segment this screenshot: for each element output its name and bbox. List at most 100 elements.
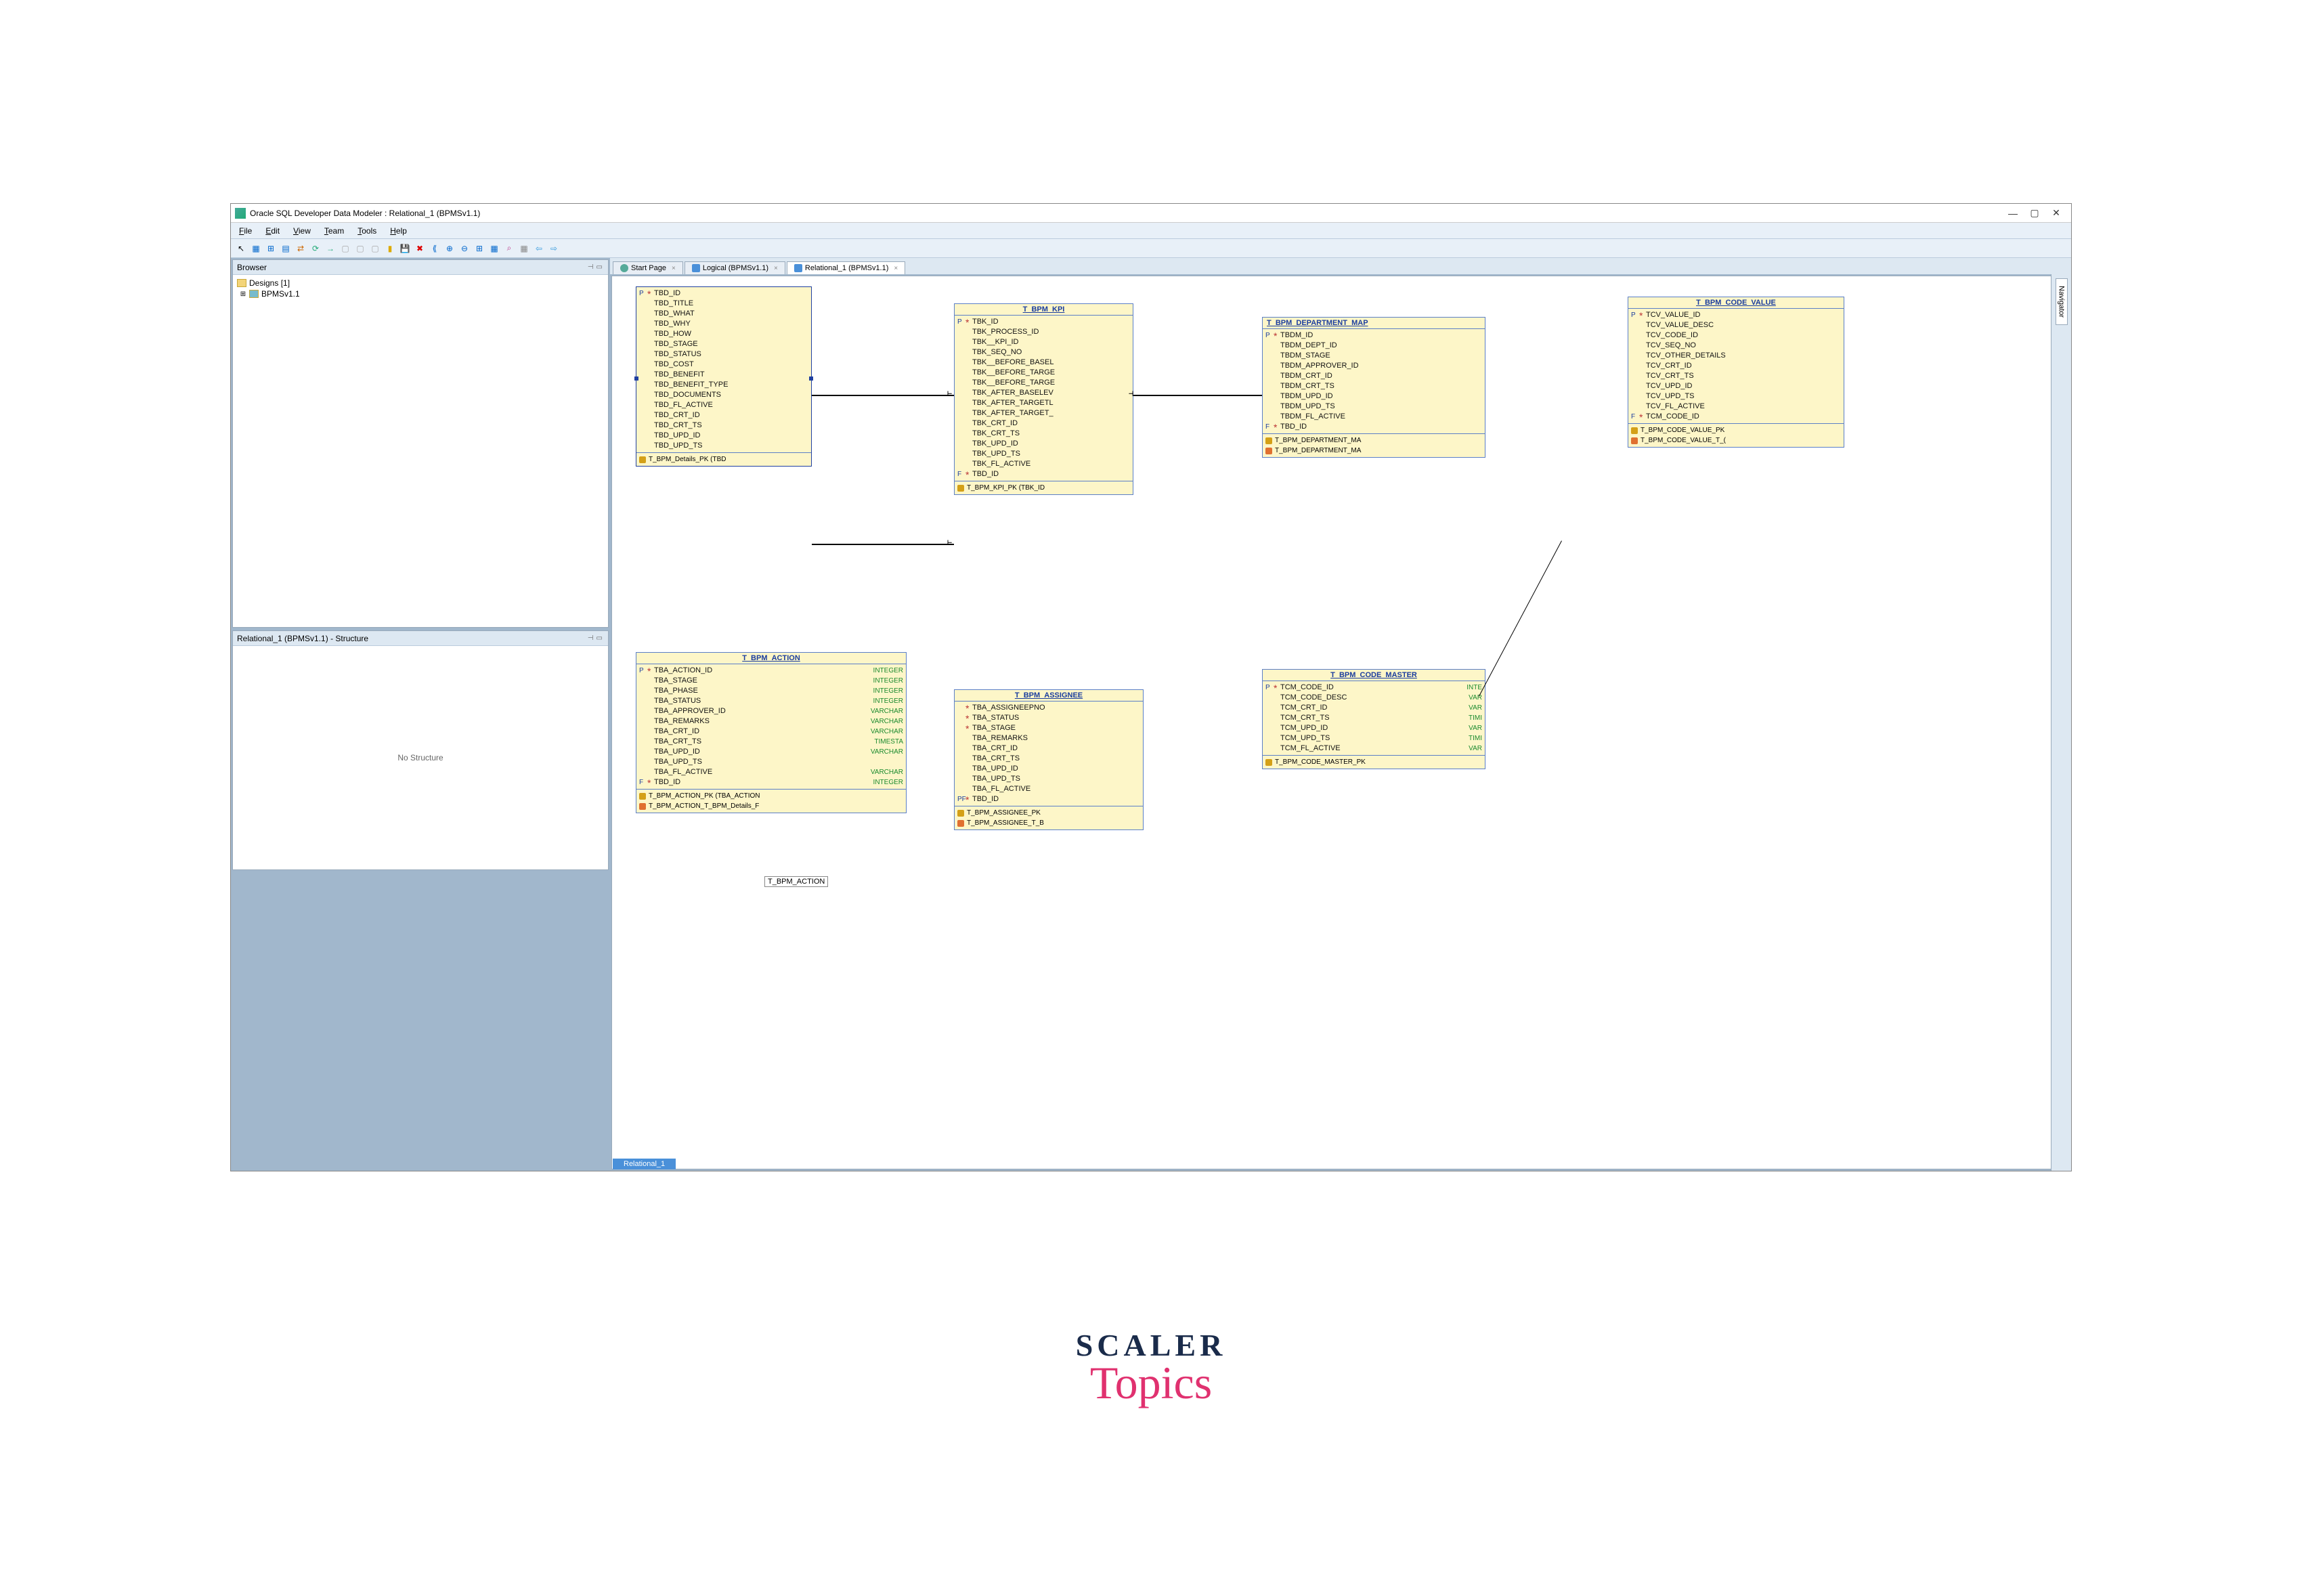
column-row[interactable]: *TBA_ASSIGNEEPNO: [957, 703, 1140, 713]
column-row[interactable]: TBK_AFTER_TARGETL: [957, 398, 1130, 408]
column-row[interactable]: TBA_CRT_TS: [957, 754, 1140, 764]
column-row[interactable]: TBDM_DEPT_ID: [1265, 341, 1482, 351]
arrow-icon[interactable]: →: [324, 242, 336, 255]
save-icon[interactable]: 💾: [399, 242, 411, 255]
column-row[interactable]: P*TCM_CODE_IDINTE: [1265, 683, 1482, 693]
tab-start[interactable]: Start Page×: [613, 261, 683, 274]
tree-designs[interactable]: Designs [1]: [249, 278, 290, 288]
column-row[interactable]: TBD_CRT_TS: [639, 420, 808, 431]
column-row[interactable]: TBK_AFTER_BASELEV: [957, 388, 1130, 398]
entity-tbpm-department-map[interactable]: T_BPM_DEPARTMENT_MAP P*TBDM_IDTBDM_DEPT_…: [1262, 317, 1485, 458]
column-row[interactable]: TBA_REMARKSVARCHAR: [639, 716, 903, 727]
grid-icon[interactable]: ▦: [518, 242, 530, 255]
column-row[interactable]: TBD_STATUS: [639, 349, 808, 360]
column-row[interactable]: TBDM_FL_ACTIVE: [1265, 412, 1482, 422]
column-row[interactable]: TBD_CRT_ID: [639, 410, 808, 420]
column-row[interactable]: TCV_CRT_TS: [1631, 371, 1841, 381]
column-row[interactable]: TBD_DOCUMENTS: [639, 390, 808, 400]
note3-icon[interactable]: ▢: [369, 242, 381, 255]
column-row[interactable]: TBK__BEFORE_TARGE: [957, 378, 1130, 388]
forward-icon[interactable]: ⇨: [548, 242, 560, 255]
expand-icon[interactable]: ⊞: [240, 290, 246, 298]
menu-team[interactable]: Team: [319, 225, 349, 237]
column-row[interactable]: F*TCM_CODE_ID: [1631, 412, 1841, 422]
browser-tree[interactable]: Designs [1] ⊞ BPMSv1.1: [233, 275, 608, 627]
view-icon[interactable]: ▤: [280, 242, 292, 255]
column-row[interactable]: TBK__KPI_ID: [957, 337, 1130, 347]
column-row[interactable]: TBA_UPD_TS: [639, 757, 903, 767]
navigator-tab[interactable]: Navigator: [2056, 278, 2068, 325]
column-row[interactable]: TCM_CRT_IDVAR: [1265, 703, 1482, 713]
column-row[interactable]: TCM_CRT_TSTIMI: [1265, 713, 1482, 723]
column-row[interactable]: P*TBD_ID: [639, 288, 808, 299]
new-icon[interactable]: ▦: [250, 242, 262, 255]
column-row[interactable]: P*TBA_ACTION_IDINTEGER: [639, 666, 903, 676]
back-icon[interactable]: ⇦: [533, 242, 545, 255]
column-row[interactable]: TCM_FL_ACTIVEVAR: [1265, 743, 1482, 754]
entity-tbpm-kpi[interactable]: T_BPM_KPI P*TBK_IDTBK_PROCESS_IDTBK__KPI…: [954, 303, 1133, 495]
column-row[interactable]: TBD_COST: [639, 360, 808, 370]
column-row[interactable]: TCM_CODE_DESCVAR: [1265, 693, 1482, 703]
tab-logical[interactable]: Logical (BPMSv1.1)×: [685, 261, 785, 274]
column-row[interactable]: TBD_WHY: [639, 319, 808, 329]
column-row[interactable]: TBK_AFTER_TARGET_: [957, 408, 1130, 418]
column-row[interactable]: P*TBK_ID: [957, 317, 1130, 327]
column-row[interactable]: TBK_UPD_ID: [957, 439, 1130, 449]
entity-tbpm-details[interactable]: P*TBD_IDTBD_TITLETBD_WHATTBD_WHYTBD_HOWT…: [636, 286, 812, 467]
column-row[interactable]: TBD_STAGE: [639, 339, 808, 349]
minimize-button[interactable]: —: [2002, 208, 2024, 219]
column-row[interactable]: TBK_CRT_TS: [957, 429, 1130, 439]
column-row[interactable]: *TBA_STAGE: [957, 723, 1140, 733]
column-row[interactable]: *TBA_STATUS: [957, 713, 1140, 723]
column-row[interactable]: TBA_PHASEINTEGER: [639, 686, 903, 696]
column-row[interactable]: TBA_APPROVER_IDVARCHAR: [639, 706, 903, 716]
column-row[interactable]: TBA_STAGEINTEGER: [639, 676, 903, 686]
column-row[interactable]: TBD_WHAT: [639, 309, 808, 319]
column-row[interactable]: F*TBD_ID: [957, 469, 1130, 479]
tree-model[interactable]: BPMSv1.1: [261, 289, 300, 299]
column-row[interactable]: TCV_SEQ_NO: [1631, 341, 1841, 351]
menu-edit[interactable]: Edit: [260, 225, 285, 237]
column-row[interactable]: F*TBD_ID: [1265, 422, 1482, 432]
close-icon[interactable]: ×: [672, 265, 676, 272]
bottom-tab[interactable]: Relational_1: [613, 1159, 676, 1169]
column-row[interactable]: TBA_STATUSINTEGER: [639, 696, 903, 706]
column-row[interactable]: TCV_VALUE_DESC: [1631, 320, 1841, 330]
column-row[interactable]: TBK_PROCESS_ID: [957, 327, 1130, 337]
column-row[interactable]: TCV_UPD_ID: [1631, 381, 1841, 391]
zoomin-icon[interactable]: ⊕: [443, 242, 456, 255]
column-row[interactable]: TBA_CRT_TSTIMESTA: [639, 737, 903, 747]
column-row[interactable]: TBD_UPD_ID: [639, 431, 808, 441]
close-icon[interactable]: ×: [894, 265, 898, 272]
column-row[interactable]: TBK__BEFORE_TARGE: [957, 368, 1130, 378]
first-icon[interactable]: ⟪: [429, 242, 441, 255]
note2-icon[interactable]: ▢: [354, 242, 366, 255]
column-row[interactable]: PF*TBD_ID: [957, 794, 1140, 804]
minimize-panel-icon[interactable]: ▭: [596, 634, 603, 642]
diagram-canvas[interactable]: ⊢ ⊢ ⊣ P*TBD_IDTBD_TITLETBD_WHATTBD_WHYTB…: [611, 276, 2068, 1169]
column-row[interactable]: TBD_BENEFIT: [639, 370, 808, 380]
note-icon[interactable]: ▢: [339, 242, 351, 255]
column-row[interactable]: TBD_BENEFIT_TYPE: [639, 380, 808, 390]
column-row[interactable]: TBA_CRT_IDVARCHAR: [639, 727, 903, 737]
column-row[interactable]: TBA_UPD_TS: [957, 774, 1140, 784]
minimize-panel-icon[interactable]: ▭: [596, 263, 603, 271]
column-row[interactable]: TBK_CRT_ID: [957, 418, 1130, 429]
column-row[interactable]: TBDM_STAGE: [1265, 351, 1482, 361]
menu-file[interactable]: File: [234, 225, 257, 237]
column-row[interactable]: TBA_FL_ACTIVEVARCHAR: [639, 767, 903, 777]
column-row[interactable]: P*TBDM_ID: [1265, 330, 1482, 341]
sync-icon[interactable]: ⟳: [309, 242, 322, 255]
column-row[interactable]: TBK_UPD_TS: [957, 449, 1130, 459]
entity-tbpm-action[interactable]: T_BPM_ACTION P*TBA_ACTION_IDINTEGERTBA_S…: [636, 652, 907, 813]
column-row[interactable]: TBK_SEQ_NO: [957, 347, 1130, 358]
zoomout-icon[interactable]: ⊖: [458, 242, 471, 255]
fit-icon[interactable]: ⊞: [473, 242, 485, 255]
column-row[interactable]: TBA_UPD_ID: [957, 764, 1140, 774]
column-row[interactable]: TBA_UPD_IDVARCHAR: [639, 747, 903, 757]
column-row[interactable]: TCV_FL_ACTIVE: [1631, 402, 1841, 412]
delete-icon[interactable]: ✖: [414, 242, 426, 255]
column-row[interactable]: TCV_UPD_TS: [1631, 391, 1841, 402]
column-row[interactable]: TCM_UPD_TSTIMI: [1265, 733, 1482, 743]
column-row[interactable]: TBA_CRT_ID: [957, 743, 1140, 754]
